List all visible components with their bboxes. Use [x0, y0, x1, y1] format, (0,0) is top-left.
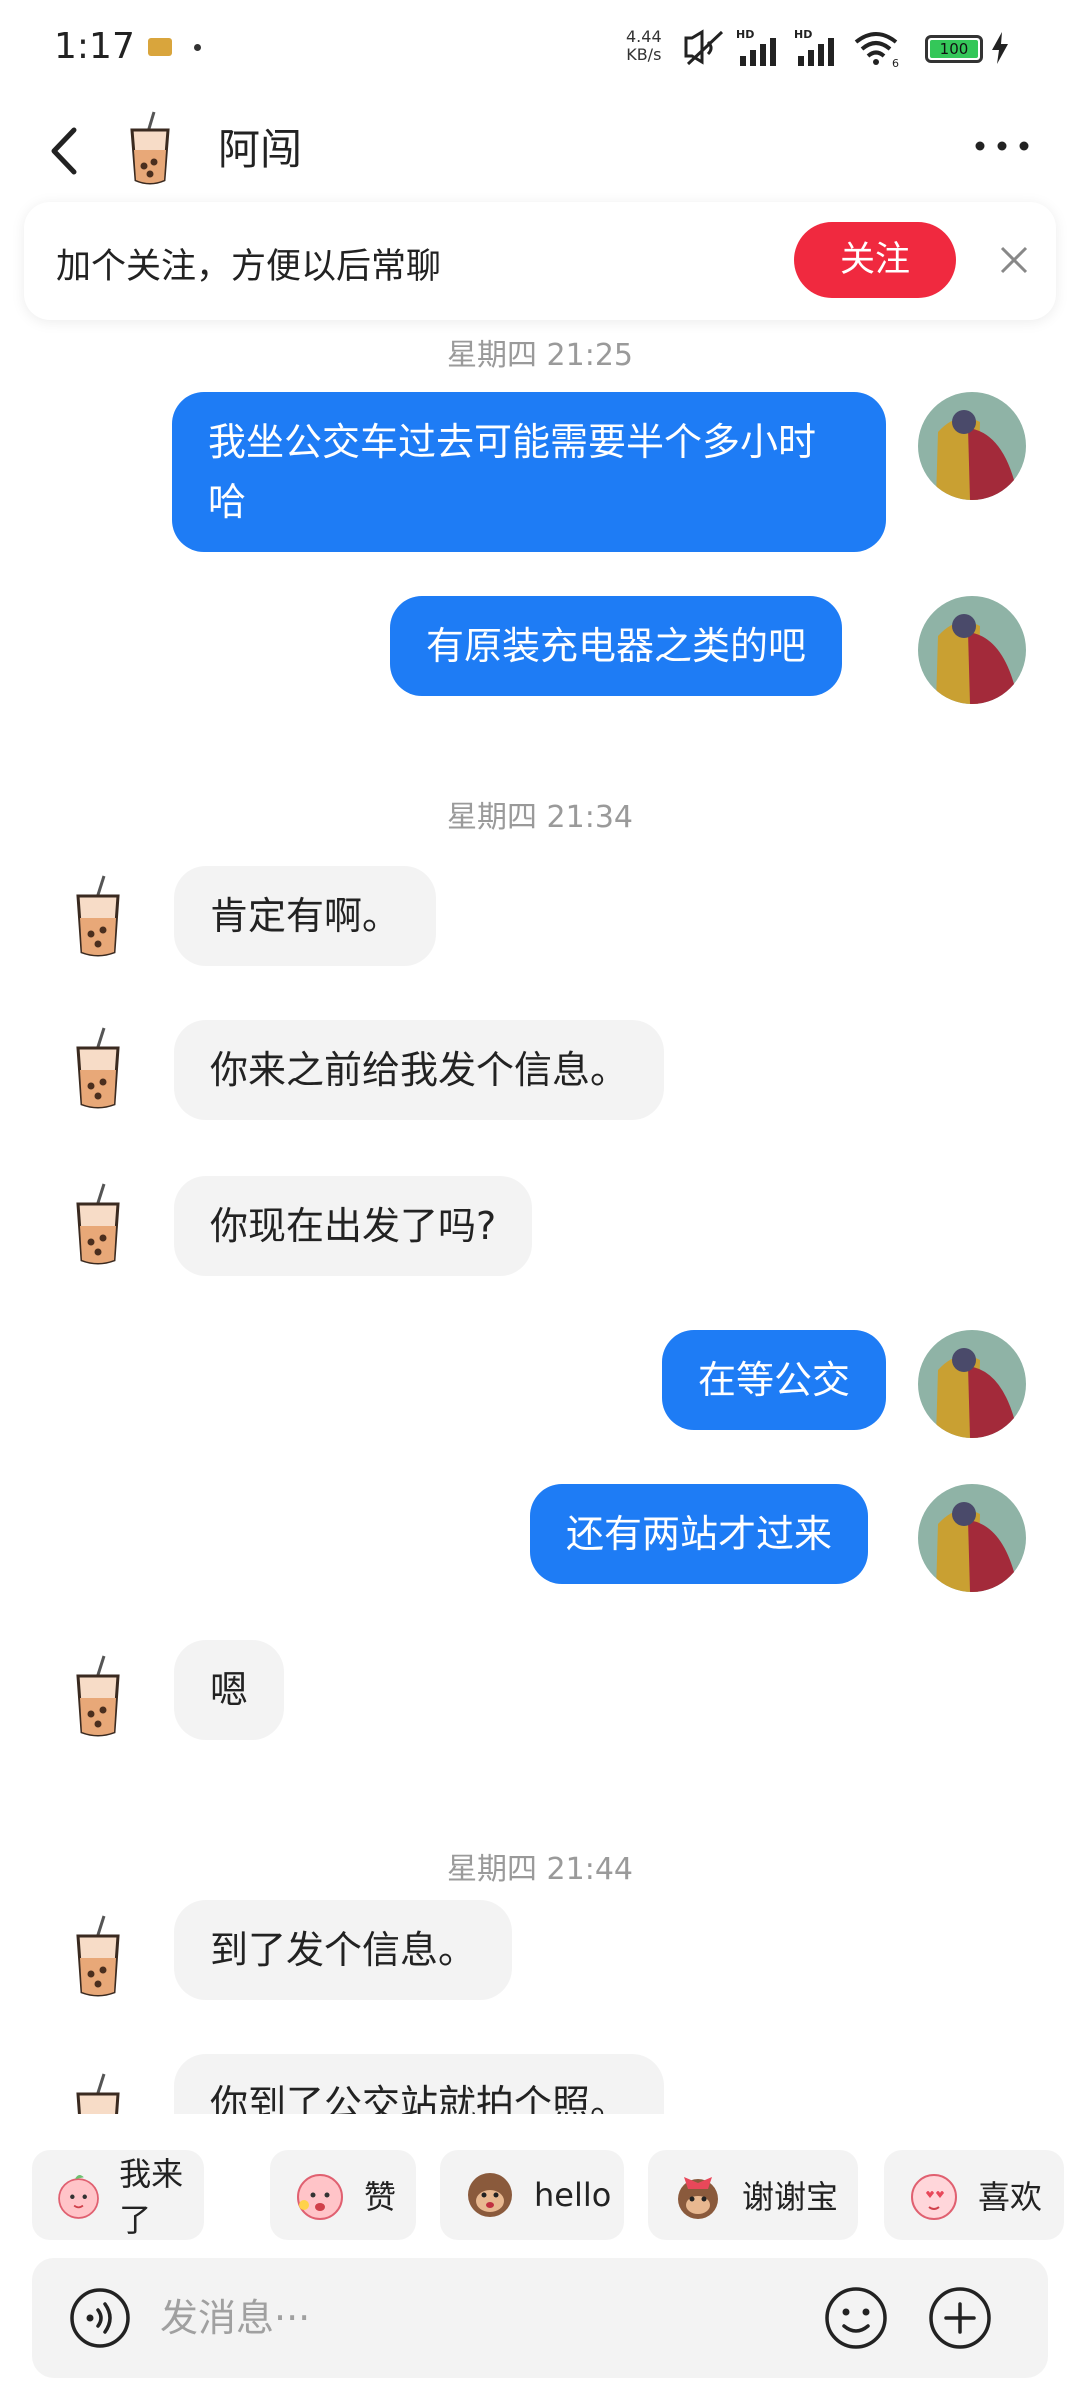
follow-banner: 加个关注，方便以后常聊 关注	[24, 202, 1056, 320]
quick-reply-label: 喜欢	[978, 2178, 1043, 2216]
my-avatar[interactable]	[918, 1484, 1026, 1592]
my-avatar-image	[918, 1330, 1026, 1438]
battery-level: 100	[930, 40, 978, 58]
status-icons: HD HD 6	[682, 26, 902, 70]
timestamp: 星期四 21:34	[447, 800, 633, 835]
my-avatar-image	[918, 596, 1026, 704]
sticker-peach-wave-icon	[58, 2175, 99, 2219]
contact-name: 阿闯	[218, 125, 303, 174]
more-options-icon[interactable]	[970, 126, 1034, 166]
contact-avatar-small[interactable]	[64, 1652, 132, 1740]
follow-button[interactable]: 关注	[794, 222, 956, 298]
message-input[interactable]	[160, 2288, 720, 2348]
message-bubble-sent[interactable]: 在等公交	[662, 1330, 887, 1430]
quick-reply-label: hello	[534, 2176, 612, 2214]
message-composer	[32, 2258, 1048, 2378]
battery-icon: 100	[925, 35, 983, 63]
wifi-icon: 6	[854, 32, 899, 68]
chat-header: 阿闯	[0, 96, 1080, 206]
network-speed: 4.44 KB/s	[626, 28, 662, 64]
my-avatar[interactable]	[918, 596, 1026, 704]
message-bubble-sent[interactable]: 我坐公交车过去可能需要半个多小时哈	[172, 392, 886, 552]
network-speed-value: 4.44	[626, 27, 662, 46]
my-avatar[interactable]	[918, 1330, 1026, 1438]
sticker-peach-cheer-icon	[297, 2174, 343, 2220]
my-avatar-image	[918, 392, 1026, 500]
my-avatar[interactable]	[918, 392, 1026, 500]
network-speed-unit: KB/s	[626, 45, 662, 64]
quick-reply-chip[interactable]: hello	[440, 2150, 624, 2240]
message-bubble-received[interactable]: 嗯	[174, 1640, 285, 1740]
my-avatar-image	[918, 1484, 1026, 1592]
message-bubble-received[interactable]: 你来之前给我发个信息。	[174, 1020, 665, 1120]
more-notifications-dot	[194, 44, 201, 51]
signal-2-icon: HD	[794, 28, 834, 66]
timestamp: 星期四 21:25	[447, 338, 633, 373]
voice-input-icon[interactable]	[68, 2286, 132, 2350]
follow-prompt-text: 加个关注，方便以后常聊	[56, 247, 442, 287]
add-icon[interactable]	[926, 2284, 994, 2352]
status-bar: 1:17 4.44 KB/s HD HD 6 100	[0, 0, 1080, 96]
mail-notification-icon	[148, 38, 172, 56]
hd-label-2: HD	[794, 28, 812, 41]
contact-avatar-small[interactable]	[64, 1024, 132, 1112]
message-bubble-sent[interactable]: 有原装充电器之类的吧	[390, 596, 843, 696]
hd-label-1: HD	[736, 28, 754, 41]
wifi-label: 6	[892, 57, 899, 68]
contact-avatar-small[interactable]	[64, 872, 132, 960]
message-bubble-sent[interactable]: 还有两站才过来	[530, 1484, 869, 1584]
sticker-monkey-icon	[468, 2173, 512, 2217]
mute-icon	[684, 29, 724, 66]
quick-reply-chip[interactable]: 喜欢	[884, 2150, 1064, 2240]
sticker-peach-love-icon	[911, 2174, 957, 2220]
close-icon[interactable]	[992, 238, 1036, 282]
message-bubble-received[interactable]: 肯定有啊。	[174, 866, 437, 966]
contact-avatar-small[interactable]	[64, 1180, 132, 1268]
signal-1-icon: HD	[736, 28, 776, 66]
quick-reply-label: 赞	[364, 2178, 397, 2216]
message-bubble-received[interactable]: 你现在出发了吗?	[174, 1176, 533, 1276]
contact-avatar[interactable]	[118, 108, 182, 188]
charging-icon	[992, 32, 1008, 64]
quick-reply-chip[interactable]: 赞	[270, 2150, 416, 2240]
quick-reply-label: 我来了	[119, 2155, 184, 2239]
timestamp: 星期四 21:44	[447, 1852, 633, 1887]
quick-reply-chip[interactable]: 我来了	[32, 2150, 204, 2240]
message-bubble-received[interactable]: 到了发个信息。	[174, 1900, 513, 2000]
quick-reply-bar: 我来了 赞 hello 谢谢宝 喜欢	[0, 2114, 1080, 2244]
contact-avatar-small[interactable]	[64, 1912, 132, 2000]
back-icon[interactable]	[40, 116, 90, 186]
sticker-monkey-bow-icon	[678, 2177, 718, 2219]
emoji-icon[interactable]	[822, 2284, 890, 2352]
quick-reply-chip[interactable]: 谢谢宝	[648, 2150, 858, 2240]
status-time: 1:17	[54, 26, 135, 67]
quick-reply-label: 谢谢宝	[742, 2178, 839, 2216]
